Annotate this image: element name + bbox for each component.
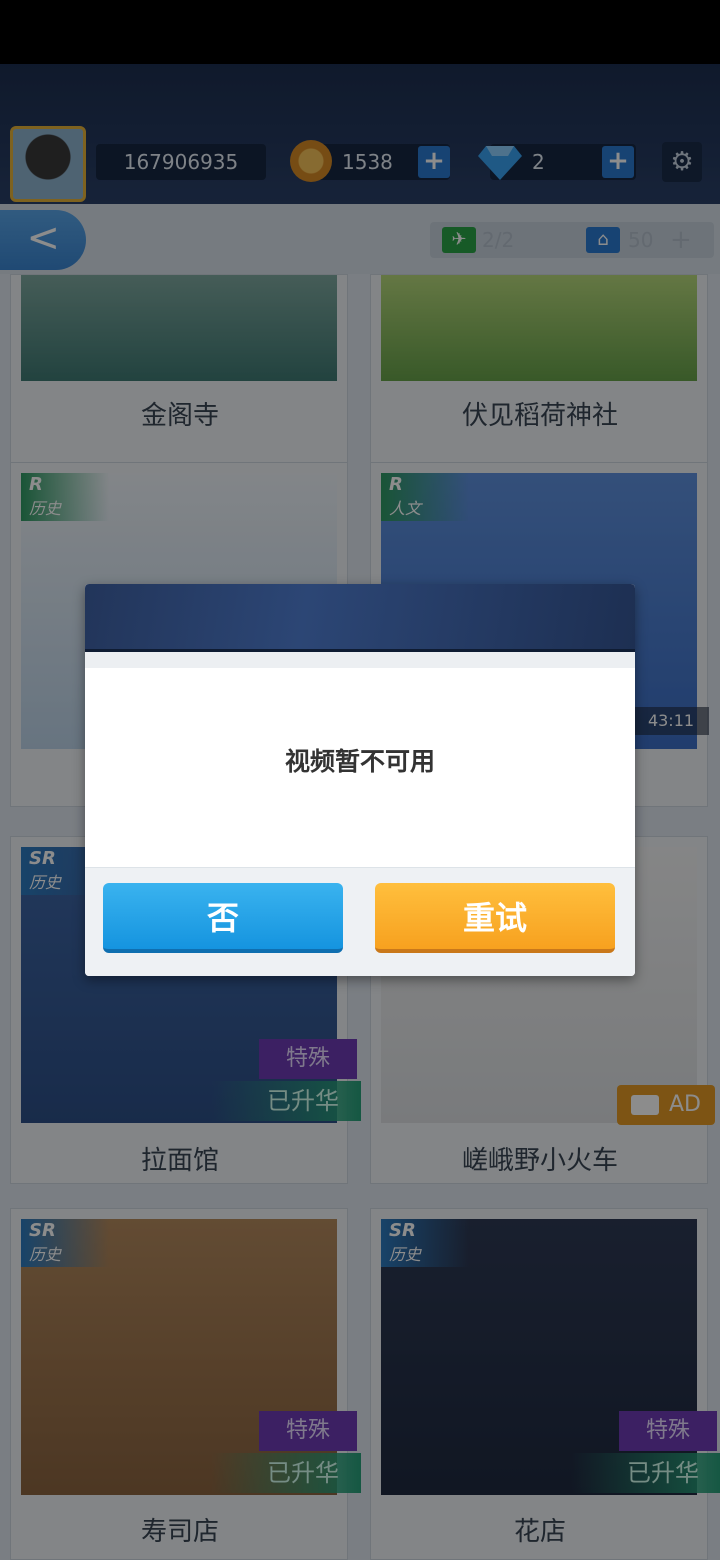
no-button[interactable]: 否 <box>103 883 343 953</box>
video-unavailable-dialog: 视频暂不可用 否 重试 <box>85 584 635 976</box>
status-bar <box>0 0 720 64</box>
dialog-message: 视频暂不可用 <box>284 747 435 776</box>
retry-button[interactable]: 重试 <box>375 883 615 953</box>
dialog-header <box>85 584 635 652</box>
dialog-divider <box>85 652 635 668</box>
